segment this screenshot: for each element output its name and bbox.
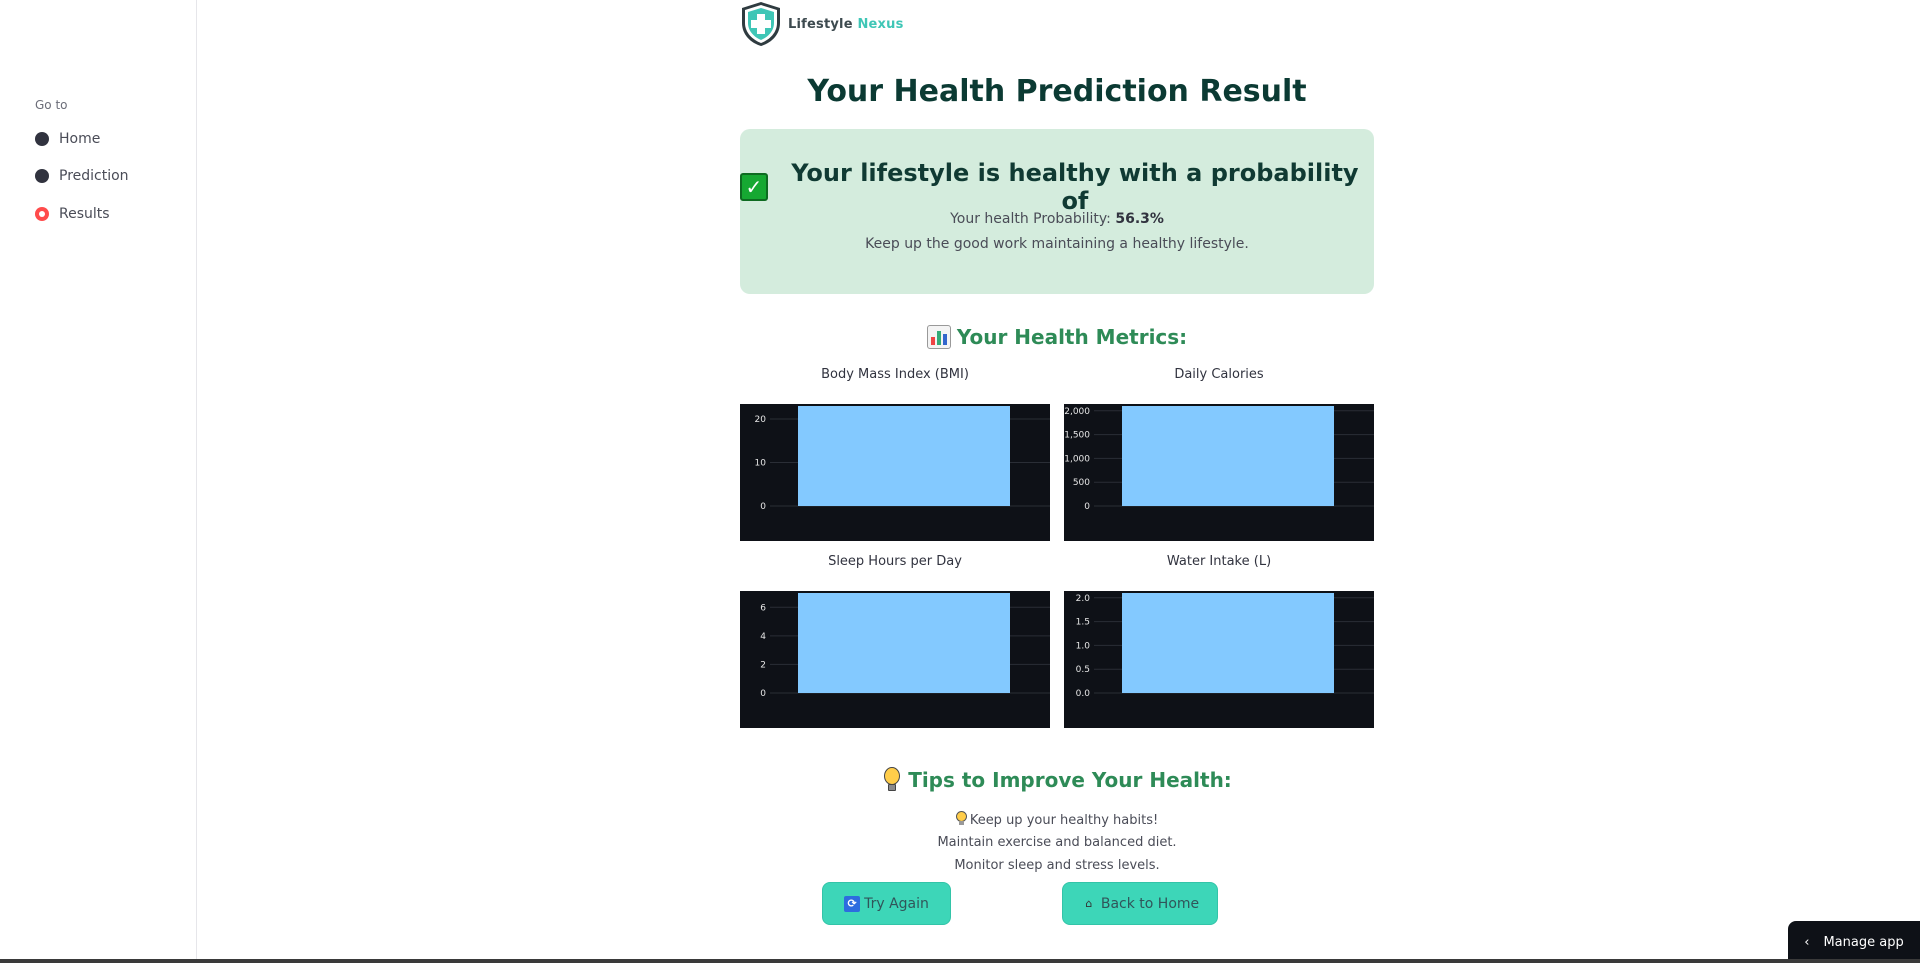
manage-app-button[interactable]: ‹ Manage app (1788, 921, 1920, 963)
y-tick-label: 0.5 (1076, 665, 1090, 675)
result-message: Keep up the good work maintaining a heal… (865, 236, 1249, 252)
bar-chart: 0.0 0.5 1.0 1.5 2.0 (1064, 591, 1374, 728)
radio-icon (35, 132, 49, 146)
tip-line: Keep up your healthy habits! (740, 811, 1374, 828)
y-tick-label: 2,000 (1064, 407, 1090, 417)
chart-calories: Daily Calories 0 500 1,000 1,500 2,000 (1064, 367, 1374, 541)
chart-title: Sleep Hours per Day (828, 554, 962, 569)
page-title: Your Health Prediction Result (807, 74, 1307, 109)
sidebar-item-results[interactable]: Results (35, 206, 110, 222)
y-tick-label: 2.0 (1076, 594, 1091, 604)
tip-line: Monitor sleep and stress levels. (954, 858, 1160, 873)
back-to-home-button[interactable]: ⌂ Back to Home (1062, 882, 1218, 925)
chevron-left-icon: ‹ (1804, 934, 1810, 950)
metrics-heading: Your Health Metrics: (740, 325, 1374, 349)
sidebar-item-prediction[interactable]: Prediction (35, 168, 129, 184)
metrics-title: Your Health Metrics: (956, 325, 1188, 349)
y-tick-label: 6 (760, 603, 766, 613)
sidebar-item-home[interactable]: Home (35, 131, 100, 147)
probability-label: Your health Probability: (950, 211, 1111, 227)
tips-title: Tips to Improve Your Health: (908, 768, 1232, 792)
sidebar-item-label: Prediction (59, 168, 129, 184)
y-tick-label: 2 (760, 660, 766, 670)
result-card: ✓ Your lifestyle is healthy with a proba… (740, 129, 1374, 294)
y-tick-label: 1,000 (1064, 454, 1090, 464)
main-area: Lifestyle Nexus Your Health Prediction R… (198, 0, 1920, 963)
y-tick-label: 0.0 (1076, 689, 1091, 699)
bar-chart: 0 500 1,000 1,500 2,000 (1064, 404, 1374, 541)
try-again-button[interactable]: ⟳ Try Again (822, 882, 951, 925)
bottom-divider (0, 959, 1920, 963)
lightbulb-icon (882, 767, 902, 793)
house-icon: ⌂ (1085, 897, 1093, 910)
button-label: Try Again (864, 895, 929, 912)
lightbulb-icon (955, 811, 967, 826)
y-tick-label: 4 (760, 632, 766, 642)
y-tick-label: 0 (760, 689, 766, 699)
brand-name: Lifestyle Nexus (788, 16, 904, 32)
repeat-icon: ⟳ (844, 895, 861, 912)
y-tick-label: 1.0 (1076, 641, 1091, 651)
tips-heading: Tips to Improve Your Health: (740, 767, 1374, 793)
y-tick-label: 500 (1073, 478, 1090, 488)
radio-icon (35, 169, 49, 183)
bar-chart: 0 2 4 6 (740, 591, 1050, 728)
bar (798, 593, 1010, 693)
chart-sleep: Sleep Hours per Day 0 2 4 6 (740, 554, 1050, 728)
bar-chart-icon (926, 325, 951, 349)
chart-title: Daily Calories (1174, 367, 1264, 382)
y-tick-label: 20 (755, 415, 767, 425)
check-mark-icon: ✓ (740, 173, 768, 201)
bar-chart: 0 10 20 (740, 404, 1050, 541)
bar (1122, 406, 1334, 506)
probability-value: 56.3% (1115, 211, 1164, 227)
shield-cross-icon (742, 2, 780, 46)
y-tick-label: 0 (760, 502, 766, 512)
chart-water: Water Intake (L) 0.0 0.5 1.0 1.5 2.0 (1064, 554, 1374, 728)
sidebar: Go to Home Prediction Results (0, 0, 197, 963)
result-headline-text: Your lifestyle is healthy with a probabi… (791, 159, 1359, 215)
tip-line: Maintain exercise and balanced diet. (937, 835, 1177, 850)
logo: Lifestyle Nexus (740, 0, 904, 48)
y-tick-label: 10 (755, 459, 767, 469)
radio-selected-icon (35, 207, 49, 221)
y-tick-label: 1.5 (1076, 618, 1090, 628)
sidebar-item-label: Results (59, 206, 110, 222)
chart-title: Water Intake (L) (1166, 554, 1272, 569)
chart-bmi: Body Mass Index (BMI) 0 10 20 (740, 367, 1050, 541)
probability-line: Your health Probability: 56.3% (740, 211, 1374, 227)
chart-title: Body Mass Index (BMI) (821, 367, 969, 382)
sidebar-heading: Go to (35, 98, 68, 112)
result-headline: ✓ Your lifestyle is healthy with a proba… (740, 159, 1374, 215)
sidebar-item-label: Home (59, 131, 101, 147)
button-label: Back to Home (1100, 895, 1200, 912)
y-tick-label: 0 (1084, 502, 1090, 512)
manage-app-label: Manage app (1823, 934, 1904, 950)
bar (1122, 593, 1334, 693)
bar (798, 406, 1010, 506)
y-tick-label: 1,500 (1064, 431, 1090, 441)
